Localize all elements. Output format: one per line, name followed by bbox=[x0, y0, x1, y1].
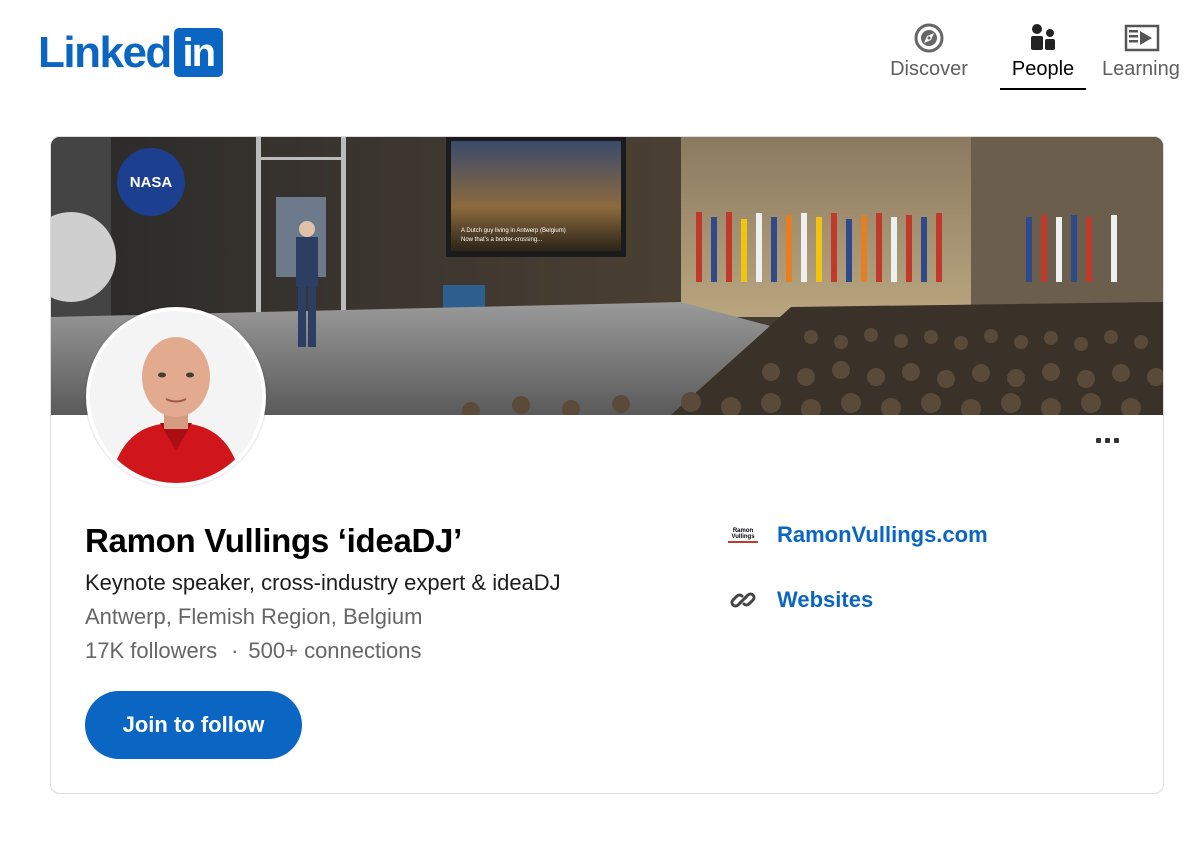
profile-location: Antwerp, Flemish Region, Belgium bbox=[85, 604, 423, 629]
screen-line-1: A Dutch guy living in Antwerp (Belgium) bbox=[461, 228, 566, 234]
compass-icon bbox=[913, 20, 945, 56]
connections-count: 500+ connections bbox=[248, 638, 422, 663]
logo-in-box: in bbox=[173, 28, 223, 77]
nasa-banner-text: NASA bbox=[130, 174, 173, 191]
linkedin-logo[interactable]: Linked in bbox=[38, 28, 223, 77]
learning-icon bbox=[1102, 20, 1160, 56]
site-logo-icon: Ramon Vullings bbox=[727, 522, 759, 548]
site-logo-line2: Vullings bbox=[731, 533, 755, 540]
profile-avatar[interactable] bbox=[86, 307, 266, 487]
link-icon bbox=[727, 586, 759, 614]
followers-count[interactable]: 17K followers bbox=[85, 638, 217, 663]
stats-separator: · bbox=[231, 638, 239, 663]
join-to-follow-button[interactable]: Join to follow bbox=[85, 691, 302, 759]
website-link-row[interactable]: Ramon Vullings RamonVullings.com bbox=[727, 522, 988, 548]
nav-discover[interactable]: Discover bbox=[872, 20, 986, 90]
top-nav: Discover People Learning bbox=[872, 20, 1200, 90]
websites-link[interactable]: Websites bbox=[777, 587, 873, 613]
profile-headline: Keynote speaker, cross-industry expert &… bbox=[85, 570, 561, 595]
nav-people[interactable]: People bbox=[986, 20, 1100, 90]
websites-link-row[interactable]: Websites bbox=[727, 586, 873, 614]
profile-name: Ramon Vullings ‘ideaDJ’ bbox=[85, 522, 462, 559]
logo-wordmark: Linked bbox=[38, 27, 172, 77]
nav-people-label: People bbox=[1011, 58, 1075, 80]
profile-stats: 17K followers · 500+ connections bbox=[85, 638, 421, 664]
nav-discover-label: Discover bbox=[890, 58, 968, 80]
ellipsis-icon[interactable] bbox=[1096, 438, 1119, 443]
nav-learning-label: Learning bbox=[1102, 58, 1180, 80]
nav-learning[interactable]: Learning bbox=[1100, 20, 1200, 90]
people-icon bbox=[1028, 20, 1058, 56]
site-link[interactable]: RamonVullings.com bbox=[777, 522, 988, 548]
screen-line-2: Now that's a border-crossing... bbox=[461, 237, 543, 243]
